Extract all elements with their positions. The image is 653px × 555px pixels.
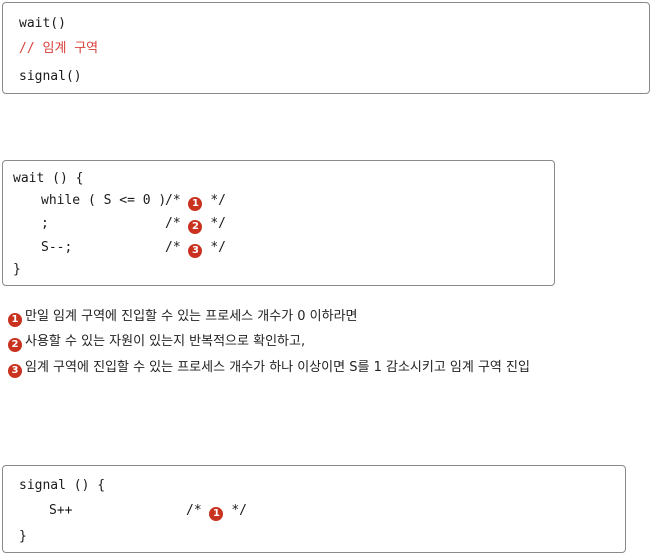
code-block-wait-definition: wait () { while ( S <= 0 ) /* 1 */ ; /* … xyxy=(2,160,555,286)
note-text: 만일 임계 구역에 진입할 수 있는 프로세스 개수가 0 이하라면 xyxy=(25,309,358,324)
marker-2-icon: 2 xyxy=(188,220,203,234)
code-line-wait-call: wait() xyxy=(19,16,66,31)
code-line-close-brace: } xyxy=(19,529,27,544)
marker-1-icon: 1 xyxy=(8,313,22,327)
code-line-critical-section-comment: // 임계 구역 xyxy=(19,41,99,56)
comment-3: /* 3 */ xyxy=(165,240,226,258)
code-line-close-brace: } xyxy=(13,262,21,277)
code-line-while: while ( S <= 0 ) xyxy=(41,193,167,208)
code-block-usage: wait() // 임계 구역 signal() xyxy=(2,2,650,94)
code-line-decrement: S--; xyxy=(41,240,73,255)
marker-1-icon: 1 xyxy=(188,197,203,211)
code-line-semicolon: ; xyxy=(41,216,49,231)
code-block-signal-definition: signal () { S++ /* 1 */ } xyxy=(2,465,626,553)
comment-2: /* 2 */ xyxy=(165,216,226,234)
comment-1: /* 1 */ xyxy=(165,193,226,211)
code-line-wait-header: wait () { xyxy=(13,171,84,186)
marker-1-icon: 1 xyxy=(209,507,224,521)
note-3: 3 임계 구역에 진입할 수 있는 프로세스 개수가 하나 이상이면 S를 1 감… xyxy=(8,360,530,378)
marker-3-icon: 3 xyxy=(188,244,203,258)
code-line-signal-header: signal () { xyxy=(19,478,106,493)
note-text: 임계 구역에 진입할 수 있는 프로세스 개수가 하나 이상이면 S를 1 감소… xyxy=(25,360,530,375)
code-line-signal-call: signal() xyxy=(19,69,82,84)
marker-2-icon: 2 xyxy=(8,338,22,352)
code-line-increment: S++ xyxy=(49,503,73,518)
marker-3-icon: 3 xyxy=(8,364,22,378)
note-1: 1 만일 임계 구역에 진입할 수 있는 프로세스 개수가 0 이하라면 xyxy=(8,309,358,327)
note-text: 사용할 수 있는 자원이 있는지 반복적으로 확인하고, xyxy=(25,334,306,349)
comment-1: /* 1 */ xyxy=(186,503,247,521)
note-2: 2 사용할 수 있는 자원이 있는지 반복적으로 확인하고, xyxy=(8,334,305,352)
